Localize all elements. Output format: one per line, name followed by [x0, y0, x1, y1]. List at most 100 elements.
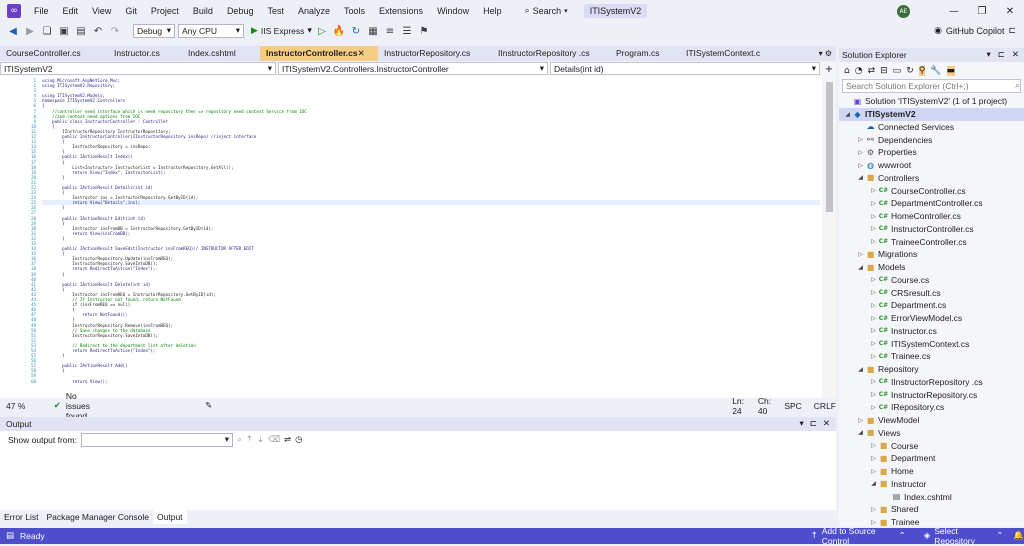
tree-item[interactable]: ◢ ◆ ITISystemV2	[839, 107, 1024, 121]
tab-index-cshtml[interactable]: Index.cshtml	[182, 46, 260, 61]
go-to-next-icon[interactable]: ⇣	[257, 435, 264, 445]
tree-item[interactable]: ▷ ◍ wwwroot	[839, 159, 1024, 172]
tree-item[interactable]: ▷ ⚯ Dependencies	[839, 133, 1024, 146]
gear-icon[interactable]: ⚙	[825, 46, 832, 61]
collapsed-arrow-icon[interactable]: ▷	[869, 519, 878, 526]
tree-item[interactable]: ◢ ■ Views	[839, 427, 1024, 440]
code-text[interactable]: using Microsoft.AspNetCore.Mvc; using ITI…	[42, 78, 820, 384]
menu-view[interactable]: View	[85, 0, 118, 22]
collapsed-arrow-icon[interactable]: ▷	[869, 238, 878, 245]
collapsed-arrow-icon[interactable]: ▷	[869, 315, 878, 322]
collapsed-arrow-icon[interactable]: ▷	[856, 417, 865, 424]
home-icon[interactable]: ⌂	[844, 66, 850, 76]
expanded-arrow-icon[interactable]: ◢	[869, 480, 878, 487]
output-source-select[interactable]: ▾	[80, 433, 233, 447]
tree-item[interactable]: ▷ ■ Shared	[839, 503, 1024, 516]
tree-item[interactable]: ▷ C# ErrorViewModel.cs	[839, 312, 1024, 325]
menu-git[interactable]: Git	[118, 0, 144, 22]
forward-icon[interactable]: ▶	[23, 26, 37, 37]
github-copilot-button[interactable]: ◉ GitHub Copilot ⊏	[934, 22, 1016, 40]
code-line[interactable]: return View();	[42, 379, 820, 384]
tab-program-cs[interactable]: Program.cs	[610, 46, 680, 61]
collapsed-arrow-icon[interactable]: ▷	[869, 442, 878, 449]
pin-icon[interactable]: ⊏	[998, 48, 1005, 62]
minimize-icon[interactable]: —	[940, 6, 968, 17]
clock-icon[interactable]: ◷	[295, 435, 302, 445]
indent-status[interactable]: SPC	[784, 401, 801, 411]
tree-item[interactable]: ◢ ■ Controllers	[839, 172, 1024, 185]
tab-list-icon[interactable]: ▾	[819, 46, 823, 61]
find-icon[interactable]: ⌕	[237, 435, 242, 445]
menu-project[interactable]: Project	[144, 0, 186, 22]
collapsed-arrow-icon[interactable]: ▷	[869, 200, 878, 207]
tree-item[interactable]: ▷ ■ Migrations	[839, 248, 1024, 261]
sync-icon[interactable]: ⇄	[868, 66, 876, 76]
redo-icon[interactable]: ↷	[108, 26, 122, 37]
tree-item[interactable]: ▷ C# CourseController.cs	[839, 184, 1024, 197]
layout-icon[interactable]: ▦	[366, 26, 380, 37]
clear-all-icon[interactable]: ⌫	[268, 435, 280, 445]
collapsed-arrow-icon[interactable]: ▷	[869, 187, 878, 194]
menu-window[interactable]: Window	[430, 0, 476, 22]
expanded-arrow-icon[interactable]: ◢	[856, 366, 865, 373]
class-select[interactable]: ITISystemV2.Controllers.InstructorContro…	[278, 62, 548, 75]
comment-icon[interactable]: ☰	[400, 26, 414, 37]
collapsed-arrow-icon[interactable]: ▷	[869, 213, 878, 220]
zoom-level[interactable]: 47 %	[6, 401, 34, 411]
maximize-icon[interactable]: ❐	[968, 6, 996, 17]
close-icon[interactable]: ✕	[823, 417, 830, 431]
bookmark-icon[interactable]: ⚑	[417, 26, 431, 37]
collapsed-arrow-icon[interactable]: ▷	[869, 404, 878, 411]
close-icon[interactable]: ✕	[996, 6, 1024, 17]
collapsed-arrow-icon[interactable]: ▷	[869, 378, 878, 385]
tree-item[interactable]: ▷ ■ ViewModel	[839, 414, 1024, 427]
collapsed-arrow-icon[interactable]: ▷	[869, 327, 878, 334]
tree-item[interactable]: ▷ ■ Department	[839, 452, 1024, 465]
save-all-icon[interactable]: ▤	[74, 26, 88, 37]
close-tab-icon[interactable]: ✕	[358, 47, 365, 61]
expanded-arrow-icon[interactable]: ◢	[856, 264, 865, 271]
switch-views-icon[interactable]: ◔	[855, 66, 863, 76]
add-to-source-control[interactable]: Add to Source Control	[822, 526, 895, 546]
collapsed-arrow-icon[interactable]: ▷	[869, 276, 878, 283]
brush-icon[interactable]: ✎	[205, 401, 212, 411]
collapsed-arrow-icon[interactable]: ▷	[869, 455, 878, 462]
tree-item[interactable]: ▷ ■ Course	[839, 439, 1024, 452]
tree-item[interactable]: ▷ C# InstructorController.cs	[839, 223, 1024, 236]
configuration-select[interactable]: Debug ▾	[133, 24, 175, 38]
menu-edit[interactable]: Edit	[56, 0, 86, 22]
run-button[interactable]: ▶ IIS Express ▾	[251, 26, 312, 36]
expanded-arrow-icon[interactable]: ◢	[856, 174, 865, 181]
search-button[interactable]: ⌕ Search ▾	[519, 6, 574, 16]
tree-item[interactable]: ☁ Connected Services	[839, 121, 1024, 134]
go-to-previous-icon[interactable]: ⇡	[246, 435, 253, 445]
project-select[interactable]: ITISystemV2 ▾	[0, 62, 276, 75]
tree-item[interactable]: ▣ Solution 'ITISystemV2' (1 of 1 project)	[839, 95, 1024, 108]
collapsed-arrow-icon[interactable]: ▷	[869, 225, 878, 232]
tree-item[interactable]: ▷ C# ITISystemContext.cs	[839, 337, 1024, 350]
tree-item[interactable]: ◢ ■ Repository	[839, 363, 1024, 376]
member-select[interactable]: Details(int id) ▾	[550, 62, 820, 75]
tab-coursecontroller-cs[interactable]: CourseController.cs	[0, 46, 108, 61]
line-ending-status[interactable]: CRLF	[814, 401, 836, 411]
menu-tools[interactable]: Tools	[337, 0, 372, 22]
refresh-icon[interactable]: ↻	[349, 26, 363, 37]
vertical-scrollbar[interactable]	[822, 76, 836, 398]
collapsed-arrow-icon[interactable]: ▷	[869, 391, 878, 398]
tree-item[interactable]: ▷ C# DepartmentController.cs	[839, 197, 1024, 210]
tree-item[interactable]: ▷ C# InstructorRepository.cs	[839, 388, 1024, 401]
collapsed-arrow-icon[interactable]: ▷	[869, 353, 878, 360]
collapse-all-icon[interactable]: ⊟	[880, 66, 888, 76]
notifications-icon[interactable]: 🔔	[1013, 531, 1024, 541]
expanded-arrow-icon[interactable]: ◢	[843, 111, 852, 118]
hot-reload-icon[interactable]: 🔥	[332, 26, 346, 37]
tree-item[interactable]: ▷ C# IRepository.cs	[839, 401, 1024, 414]
menu-test[interactable]: Test	[260, 0, 291, 22]
tab-package-manager-console[interactable]: Package Manager Console	[42, 510, 153, 524]
tree-item[interactable]: ▷ C# Trainee.cs	[839, 350, 1024, 363]
tree-item[interactable]: ▷ ⚙ Properties	[839, 146, 1024, 159]
tree-item[interactable]: ▷ C# Department.cs	[839, 299, 1024, 312]
tree-item[interactable]: ▷ C# CRSresult.cs	[839, 286, 1024, 299]
save-icon[interactable]: ▣	[57, 26, 71, 37]
refresh-icon[interactable]: ↻	[906, 66, 914, 76]
